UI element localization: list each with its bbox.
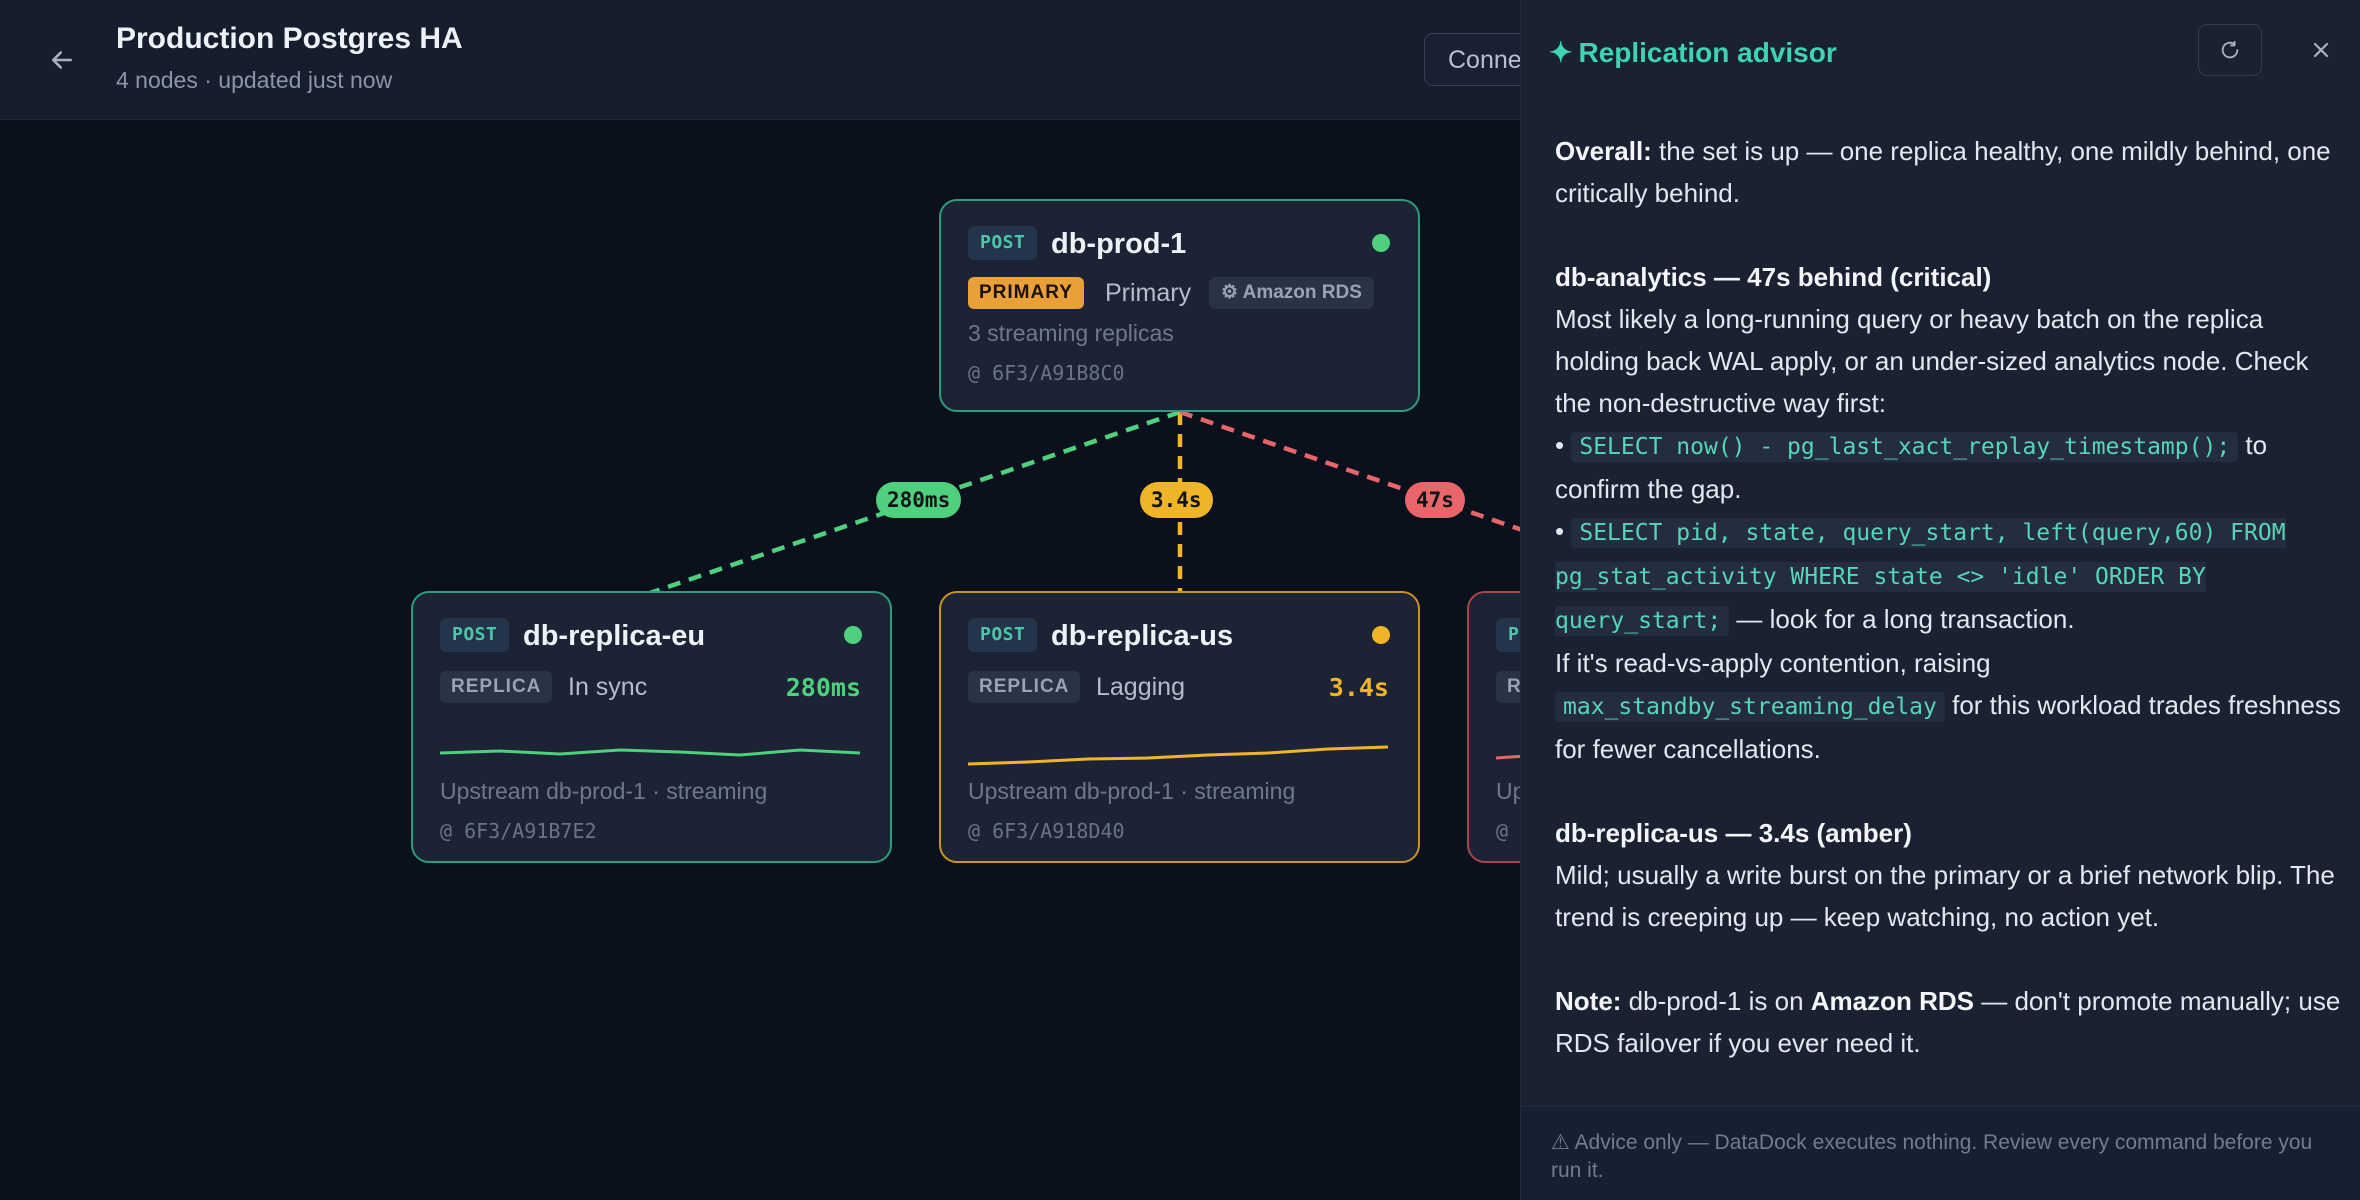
- us-heading: db-replica-us — 3.4s (amber): [1555, 812, 2345, 854]
- note-label: Note:: [1555, 986, 1622, 1016]
- check-step-1: • SELECT now() - pg_last_xact_replay_tim…: [1555, 424, 2345, 510]
- bullet: •: [1555, 430, 1565, 460]
- role-badge: R: [1496, 671, 1520, 703]
- role-badge: REPLICA: [440, 671, 553, 703]
- arrow-left-icon: [52, 51, 72, 69]
- note-text: db-prod-1 is on: [1621, 986, 1811, 1016]
- node-status: In sync: [568, 673, 648, 701]
- node-status: Lagging: [1096, 673, 1185, 701]
- role-badge: PRIMARY: [968, 277, 1084, 309]
- refresh-button[interactable]: [2198, 24, 2262, 76]
- edge-lag-label-analytics: 47s: [1405, 482, 1465, 518]
- replication-advisor-panel: ✦ Replication advisor Overall: the set is…: [1520, 0, 2360, 1200]
- step-2-text: — look for a long transaction.: [1729, 604, 2075, 634]
- wal-position: @ 6F3/A91B7E2: [440, 819, 597, 843]
- contention-text: If it's read-vs-apply contention, raisin…: [1555, 648, 1991, 678]
- close-button[interactable]: [2301, 30, 2341, 70]
- provider-name: Amazon RDS: [1242, 282, 1362, 303]
- us-heading-text: db-replica-us — 3.4s (amber): [1555, 818, 1912, 848]
- contention-advice: If it's read-vs-apply contention, raisin…: [1555, 642, 2345, 770]
- node-card-replica-us[interactable]: POST db-replica-us REPLICA Lagging 3.4s …: [939, 591, 1420, 863]
- upstream-info: Upstream db-prod-1 · streaming: [968, 778, 1296, 804]
- lag-sparkline: [968, 745, 1388, 766]
- analytics-heading-text: db-analytics — 47s behind (critical): [1555, 262, 1992, 292]
- config-setting[interactable]: max_standby_streaming_delay: [1555, 692, 1945, 722]
- back-button[interactable]: [40, 38, 84, 82]
- page-title: Production Postgres HA: [116, 22, 463, 55]
- rds-note: Note: db-prod-1 is on Amazon RDS — don't…: [1555, 980, 2345, 1064]
- top-bar: Production Postgres HA 4 nodes · updated…: [0, 0, 1624, 120]
- health-status-dot: [844, 626, 862, 644]
- analytics-body: Most likely a long-running query or heav…: [1555, 304, 2309, 418]
- advice-disclaimer: ⚠ Advice only — DataDock executes nothin…: [1551, 1131, 2313, 1182]
- wal-position: @: [1496, 819, 1509, 843]
- wal-position: @ 6F3/A918D40: [968, 819, 1125, 843]
- health-status-dot: [1372, 234, 1390, 252]
- upstream-info: Upstream db-prod-1 · streaming: [440, 778, 768, 804]
- postgres-kind-badge: POST: [968, 226, 1038, 260]
- edge-primary-to-analytics: [1179, 409, 1520, 532]
- overall-text: the set is up — one replica healthy, one…: [1555, 136, 2331, 208]
- node-card-replica-eu[interactable]: POST db-replica-eu REPLICA In sync 280ms…: [411, 591, 892, 863]
- bullet: •: [1555, 516, 1565, 546]
- edge-lag-label-us: 3.4s: [1140, 482, 1213, 518]
- edge-lag-label-eu: 280ms: [876, 482, 962, 518]
- node-name: db-replica-us: [1051, 620, 1234, 652]
- page-subtitle: 4 nodes · updated just now: [116, 67, 393, 93]
- node-card-primary[interactable]: POST db-prod-1 PRIMARY Primary ⚙ Amazon …: [939, 199, 1420, 412]
- upstream-info: Up: [1496, 778, 1520, 804]
- postgres-kind-badge: POST: [968, 618, 1038, 652]
- advice-content: Overall: the set is up — one replica hea…: [1555, 130, 2345, 1064]
- panel-footer: ⚠ Advice only — DataDock executes nothin…: [1521, 1106, 2360, 1200]
- postgres-kind-badge: POST: [440, 618, 510, 652]
- node-status: Primary: [1105, 279, 1192, 307]
- topology-canvas[interactable]: 280ms 3.4s 47s POST db-prod-1 PRIMARY Pr…: [0, 121, 1520, 1200]
- health-status-dot: [1372, 626, 1390, 644]
- node-name: db-prod-1: [1051, 228, 1187, 260]
- overall-label: Overall:: [1555, 136, 1652, 166]
- replication-lag: 280ms: [785, 673, 861, 702]
- sparkle-icon: ✦: [1549, 37, 1573, 68]
- role-badge: REPLICA: [968, 671, 1081, 703]
- cloud-provider-icon: ⚙: [1221, 282, 1243, 303]
- postgres-kind-badge: P: [1496, 618, 1520, 652]
- analytics-heading: db-analytics — 47s behind (critical): [1555, 256, 2345, 298]
- replication-lag: 3.4s: [1328, 673, 1389, 702]
- panel-title: ✦ Replication advisor: [1549, 36, 1837, 69]
- panel-title-text: Replication advisor: [1578, 37, 1837, 68]
- replica-count: 3 streaming replicas: [968, 320, 1174, 346]
- lag-sparkline: [440, 748, 860, 757]
- wal-position: @ 6F3/A91B8C0: [968, 361, 1125, 385]
- lag-sparkline: [1496, 754, 1520, 760]
- close-icon: [2313, 42, 2329, 58]
- us-body: Mild; usually a write burst on the prima…: [1555, 860, 2335, 932]
- note-provider: Amazon RDS: [1810, 986, 1975, 1016]
- node-name: db-replica-eu: [523, 620, 706, 652]
- node-card-replica-analytics[interactable]: P R Up @: [1467, 591, 1520, 863]
- provider-badge: ⚙ Amazon RDS: [1209, 277, 1374, 309]
- overall-summary: Overall: the set is up — one replica hea…: [1555, 130, 2345, 214]
- refresh-icon: [2221, 40, 2239, 59]
- sql-snippet[interactable]: SELECT now() - pg_last_xact_replay_times…: [1571, 432, 2239, 462]
- check-step-2: • SELECT pid, state, query_start, left(q…: [1555, 510, 2345, 642]
